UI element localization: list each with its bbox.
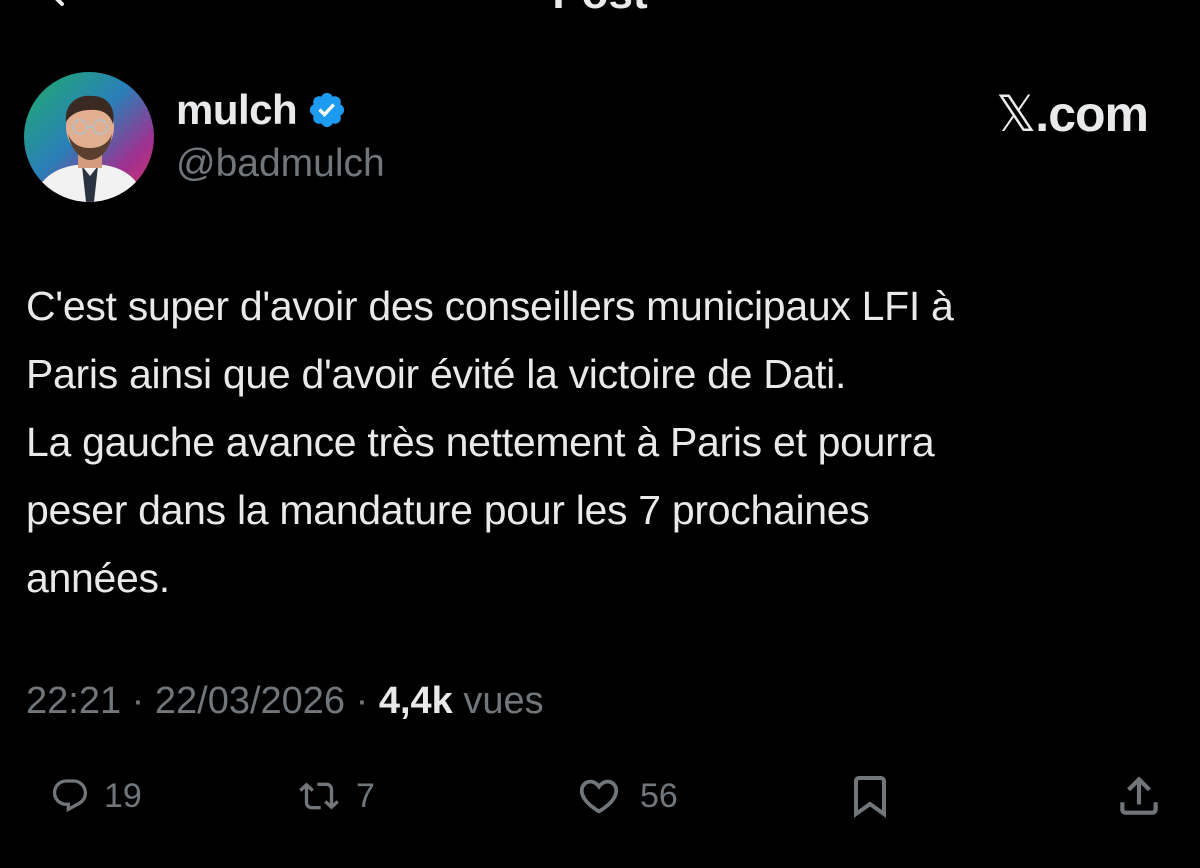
share-button[interactable] bbox=[1114, 764, 1164, 828]
tweet-line: La gauche avance très nettement à Paris … bbox=[26, 419, 935, 465]
reply-count: 19 bbox=[104, 776, 142, 815]
like-count: 56 bbox=[640, 776, 678, 815]
bookmark-icon bbox=[854, 776, 886, 818]
tweet-line: années. bbox=[26, 555, 170, 601]
tweet-line: C'est super d'avoir des conseillers muni… bbox=[26, 283, 954, 329]
like-button[interactable]: 56 bbox=[572, 764, 678, 828]
author-handle[interactable]: @badmulch bbox=[176, 140, 385, 188]
verified-badge-icon bbox=[310, 92, 345, 128]
avatar-image bbox=[24, 72, 154, 202]
like-icon bbox=[579, 779, 619, 814]
display-name[interactable]: mulch bbox=[176, 84, 298, 136]
reply-button[interactable]: 19 bbox=[50, 764, 142, 828]
post-time[interactable]: 22:21 bbox=[26, 680, 121, 722]
share-icon bbox=[1120, 776, 1158, 815]
tweet-line: peser dans la mandature pour les 7 proch… bbox=[26, 487, 870, 533]
views-label: vues bbox=[452, 680, 544, 722]
tweet-meta: 22:21 · 22/03/2026 · 4,4k vues bbox=[26, 676, 544, 726]
views-count: 4,4k bbox=[378, 680, 453, 722]
x-com-label: .com bbox=[1035, 86, 1149, 142]
meta-separator: · bbox=[345, 680, 379, 722]
tweet-text: C'est super d'avoir des conseillers muni… bbox=[26, 272, 1176, 612]
x-logo: 𝕏 bbox=[996, 85, 1036, 143]
avatar[interactable] bbox=[24, 72, 154, 202]
action-bar: 19 7 56 bbox=[0, 764, 1200, 828]
top-bar: Post bbox=[0, 0, 1200, 20]
reply-icon bbox=[52, 779, 88, 813]
bookmark-button[interactable] bbox=[846, 764, 894, 828]
retweet-button[interactable]: 7 bbox=[296, 764, 375, 828]
page-title: Post bbox=[0, 0, 1200, 16]
retweet-count: 7 bbox=[356, 776, 375, 815]
retweet-icon bbox=[299, 782, 339, 810]
x-com-watermark: 𝕏.com bbox=[996, 85, 1149, 143]
author-name-row[interactable]: mulch bbox=[176, 84, 347, 136]
post-date[interactable]: 22/03/2026 bbox=[155, 680, 345, 722]
tweet-line: Paris ainsi que d'avoir évité la victoir… bbox=[26, 351, 847, 397]
meta-separator: · bbox=[121, 680, 155, 722]
